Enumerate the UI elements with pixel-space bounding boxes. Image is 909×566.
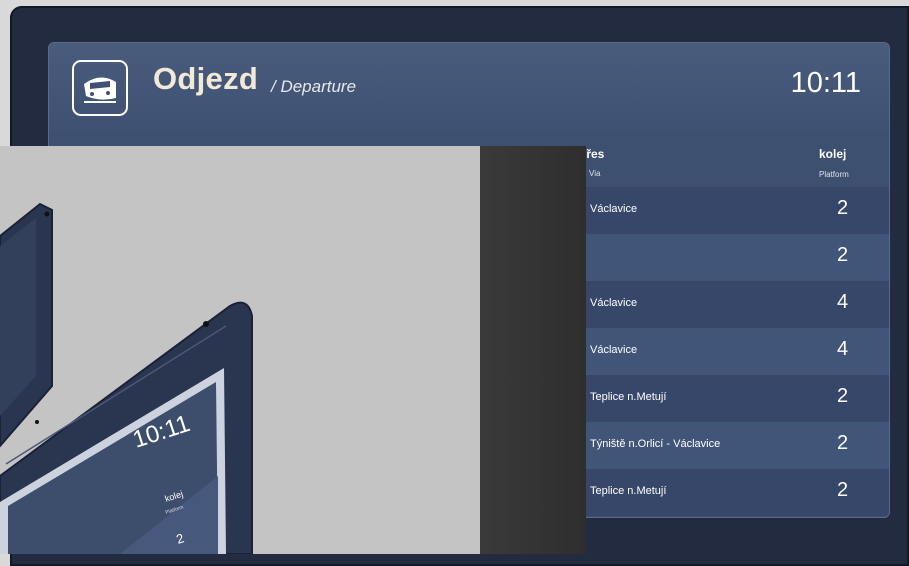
row-via: Teplice n.Metují [590,485,667,497]
row-platform: 2 [837,432,849,454]
row-platform: 2 [837,244,849,266]
train-icon [72,60,128,116]
row-via: Teplice n.Metují [590,391,667,403]
board-clock: 10:11 [790,67,861,99]
row-via: Václavice [590,344,638,356]
device-side-shadow [480,146,586,554]
platform-column-subheader: Platform [819,170,849,179]
board-title: Odjezd [153,61,259,96]
row-via: Václavice [590,297,638,309]
row-via: Týniště n.Orlicí - Václavice [590,438,721,450]
row-platform: 4 [837,291,849,313]
row-via: Václavice [590,203,638,215]
row-platform: 2 [837,479,849,501]
row-platform: 2 [837,385,849,407]
board-header: Odjezd / Departure 10:11 [49,43,889,133]
row-platform: 4 [837,338,849,360]
via-column-subheader: Via [589,169,601,178]
platform-column-header: kolej [819,147,847,161]
board-subtitle: / Departure [271,77,357,96]
row-platform: 2 [837,197,849,219]
